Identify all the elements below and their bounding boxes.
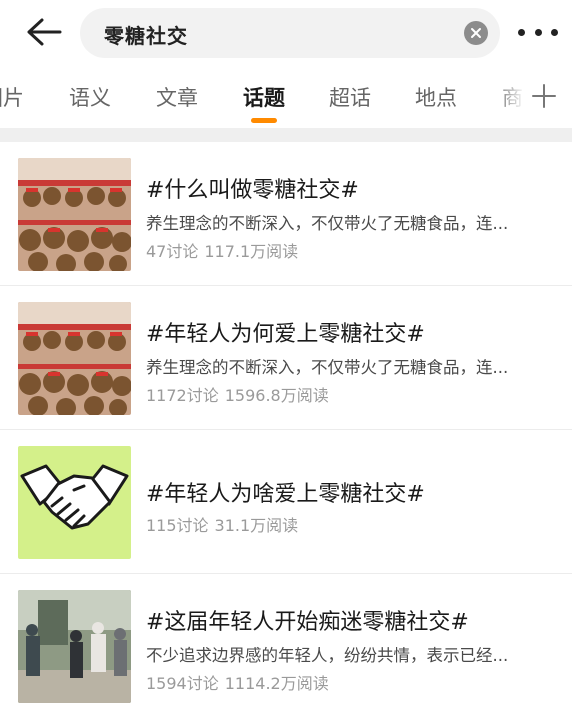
read-count: 117.1万阅读 xyxy=(204,242,299,261)
tab-bar: 图片 语义 文章 话题 超话 地点 商 xyxy=(0,64,572,128)
tab-articles[interactable]: 文章 xyxy=(156,82,198,112)
topic-list: #什么叫做零糖社交# 养生理念的不断深入，不仅带火了无糖食品，连... 47讨论… xyxy=(0,142,572,718)
topic-stats: 115讨论 31.1万阅读 xyxy=(146,512,298,536)
topic-thumbnail xyxy=(18,590,131,703)
more-dots-icon[interactable] xyxy=(518,22,558,42)
divider-band xyxy=(0,128,572,142)
topic-title: #年轻人为啥爱上零糖社交# xyxy=(146,482,425,507)
search-query: 零糖社交 xyxy=(104,24,188,48)
topic-title: #这届年轻人开始痴迷零糖社交# xyxy=(146,610,469,635)
topic-thumbnail xyxy=(18,446,131,559)
topic-description: 不少追求边界感的年轻人，纷纷共情，表示已经... xyxy=(146,646,509,665)
topic-title: #年轻人为何爱上零糖社交# xyxy=(146,322,425,347)
topic-thumbnail xyxy=(18,302,131,415)
read-count: 1596.8万阅读 xyxy=(224,386,329,405)
tab-topics[interactable]: 话题 xyxy=(243,82,285,112)
topic-item[interactable]: #年轻人为啥爱上零糖社交# 115讨论 31.1万阅读 xyxy=(0,430,572,574)
topic-title: #什么叫做零糖社交# xyxy=(146,178,359,203)
topic-item[interactable]: #什么叫做零糖社交# 养生理念的不断深入，不仅带火了无糖食品，连... 47讨论… xyxy=(0,142,572,286)
tab-super-topics[interactable]: 超话 xyxy=(329,82,371,112)
active-tab-indicator xyxy=(251,118,277,123)
tab-semantic[interactable]: 语义 xyxy=(69,82,111,112)
topic-stats: 1172讨论 1596.8万阅读 xyxy=(146,382,329,406)
tab-images[interactable]: 图片 xyxy=(0,82,24,112)
discussion-count: 47讨论 xyxy=(146,242,199,261)
topic-stats: 47讨论 117.1万阅读 xyxy=(146,238,298,262)
top-bar: 零糖社交 xyxy=(0,0,572,64)
read-count: 1114.2万阅读 xyxy=(224,674,329,693)
discussion-count: 1594讨论 xyxy=(146,674,219,693)
topic-stats: 1594讨论 1114.2万阅读 xyxy=(146,670,329,694)
search-input[interactable]: 零糖社交 xyxy=(80,8,500,58)
tab-places[interactable]: 地点 xyxy=(415,82,457,112)
discussion-count: 115讨论 xyxy=(146,516,209,535)
clear-icon[interactable] xyxy=(464,21,488,45)
discussion-count: 1172讨论 xyxy=(146,386,219,405)
plus-icon[interactable] xyxy=(530,82,558,110)
topic-item[interactable]: #这届年轻人开始痴迷零糖社交# 不少追求边界感的年轻人，纷纷共情，表示已经...… xyxy=(0,574,572,718)
topic-item[interactable]: #年轻人为何爱上零糖社交# 养生理念的不断深入，不仅带火了无糖食品，连... 1… xyxy=(0,286,572,430)
read-count: 31.1万阅读 xyxy=(214,516,299,535)
topic-description: 养生理念的不断深入，不仅带火了无糖食品，连... xyxy=(146,358,509,377)
topic-description: 养生理念的不断深入，不仅带火了无糖食品，连... xyxy=(146,214,509,233)
back-arrow-icon[interactable] xyxy=(22,14,66,50)
topic-thumbnail xyxy=(18,158,131,271)
